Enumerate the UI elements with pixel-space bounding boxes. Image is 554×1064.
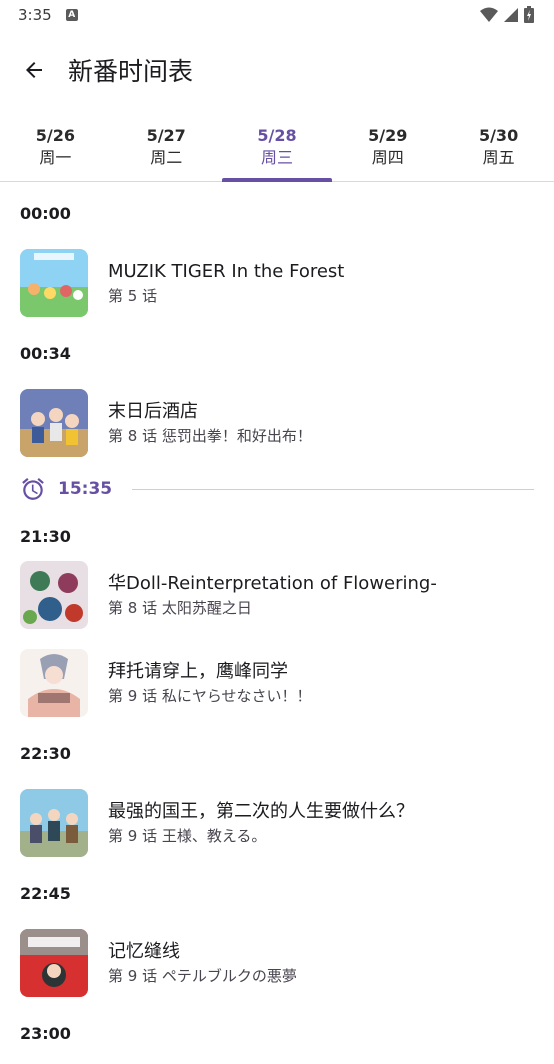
anime-item[interactable]: 末日后酒店 第 8 话 惩罚出拳！和好出布！ [0,384,554,462]
notification-icon: A [65,9,78,21]
tab-fri[interactable]: 5/30 周五 [443,112,554,181]
tab-date: 5/28 [257,125,297,145]
anime-cover [20,789,88,857]
tab-date: 5/26 [35,125,76,145]
tab-thu[interactable]: 5/29 周四 [332,112,443,181]
status-bar: 3:35 A [0,0,554,30]
anime-episode: 第 8 话 惩罚出拳！和好出布！ [108,427,312,445]
app-bar: 新番时间表 [0,40,554,100]
date-tabs: 5/26 周一 5/27 周二 5/28 周三 5/29 周四 5/30 周五 [0,112,554,182]
tab-day: 周一 [39,147,72,167]
anime-title: 华Doll-Reinterpretation of Flowering- [108,573,437,594]
anime-title: 末日后酒店 [108,401,198,422]
tab-wed[interactable]: 5/28 周三 [221,112,333,182]
signal-icon [504,7,518,22]
anime-title: MUZIK TIGER In the Forest [108,261,345,282]
anime-episode: 第 5 话 [108,287,158,305]
anime-cover [20,249,88,317]
anime-item[interactable]: MUZIK TIGER In the Forest 第 5 话 [0,244,554,322]
status-time: 3:35 [18,6,52,24]
anime-episode: 第 8 话 太阳苏醒之日 [108,599,252,617]
anime-cover [20,389,88,457]
anime-cover [20,561,88,629]
current-time-marker: 15:35 [0,462,554,516]
anime-episode: 第 9 话 私にヤらせなさい！！ [108,687,312,705]
time-header: 00:00 [20,203,71,223]
page-title: 新番时间表 [68,57,194,86]
current-time-line [132,488,534,490]
anime-item[interactable]: 拜托请穿上，鹰峰同学 第 9 话 私にヤらせなさい！！ [0,644,554,722]
time-header: 00:34 [20,343,71,363]
anime-cover [20,649,88,717]
tab-date: 5/27 [146,125,186,145]
anime-title: 记忆缝线 [108,941,180,962]
schedule-list: 00:00 MUZIK TIGER In the Forest 第 5 话 00… [0,182,554,1064]
anime-title: 拜托请穿上，鹰峰同学 [108,661,288,682]
tab-date: 5/29 [368,125,408,145]
time-header: 21:30 [20,526,71,546]
tab-day: 周二 [150,147,183,167]
current-time: 15:35 [58,479,113,499]
time-header: 22:30 [20,743,71,763]
alarm-clock-icon [22,478,44,500]
arrow-back-icon [26,62,42,78]
anime-item[interactable]: 华Doll-Reinterpretation of Flowering- 第 8… [0,556,554,634]
wifi-icon [480,7,498,22]
tab-day: 周三 [260,147,293,167]
tab-day: 周四 [371,147,404,167]
tab-tue[interactable]: 5/27 周二 [111,112,222,181]
battery-icon [524,6,534,23]
anime-title: 最强的国王，第二次的人生要做什么？ [108,801,414,822]
anime-cover [20,929,88,997]
time-header: 23:00 [20,1023,71,1043]
tab-day: 周五 [482,147,515,167]
anime-item[interactable]: 最强的国王，第二次的人生要做什么？ 第 9 话 王様、教える。 [0,784,554,862]
time-header: 22:45 [20,883,71,903]
anime-item[interactable]: 记忆缝线 第 9 话 ペテルブルクの悪夢 [0,924,554,1002]
tab-mon[interactable]: 5/26 周一 [0,112,111,181]
status-icons [480,6,534,23]
back-button[interactable] [14,50,54,90]
tab-date: 5/30 [478,125,519,145]
anime-episode: 第 9 话 王様、教える。 [108,827,267,845]
